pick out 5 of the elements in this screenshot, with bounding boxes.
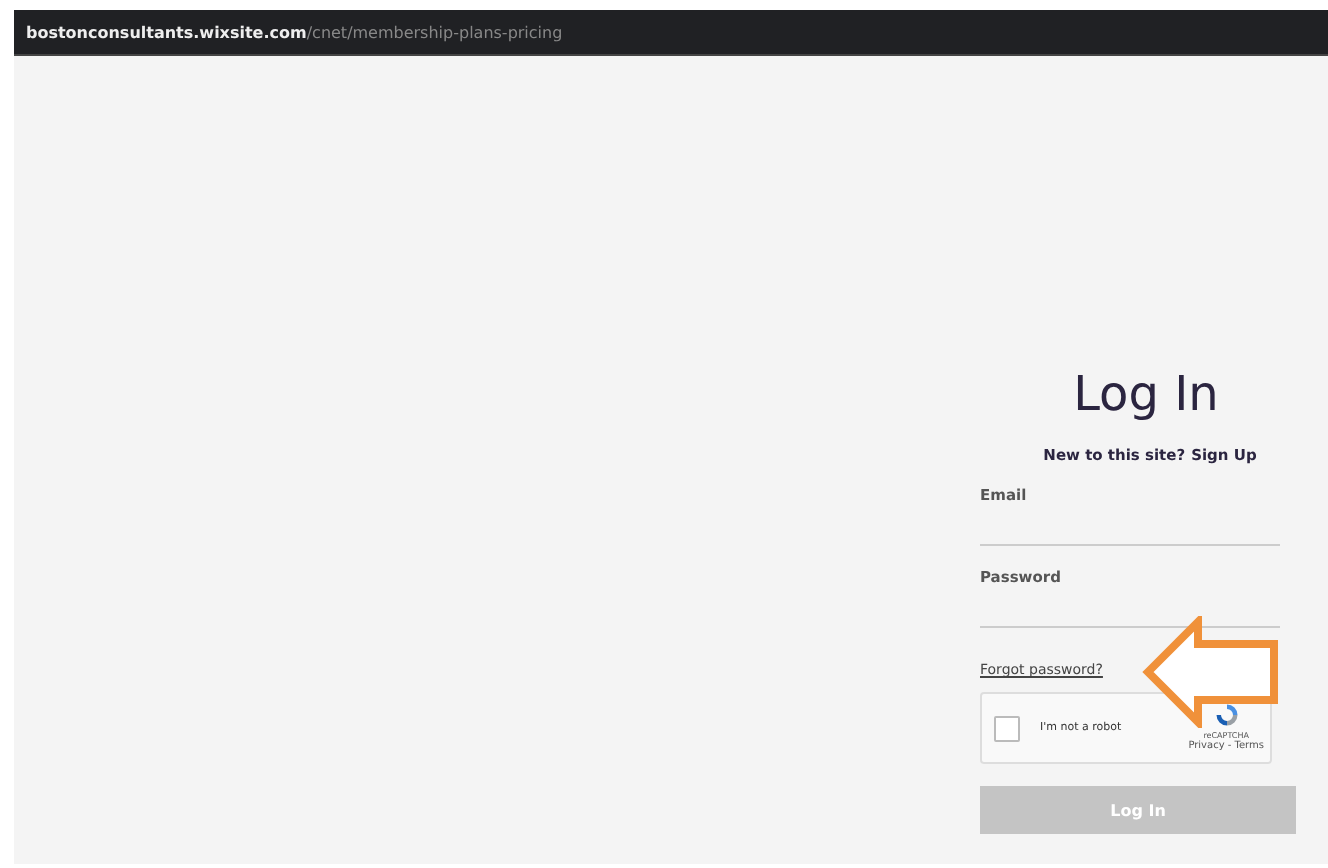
url-text: bostonconsultants.wixsite.com/cnet/membership-plans-pricing bbox=[26, 23, 563, 41]
captcha-checkbox[interactable] bbox=[994, 715, 1020, 741]
address-bar[interactable]: bostonconsultants.wixsite.com/cnet/membership-plans-pricing bbox=[14, 10, 1328, 56]
page-title: Log In bbox=[1071, 366, 1221, 422]
recaptcha-icon bbox=[1211, 700, 1242, 730]
